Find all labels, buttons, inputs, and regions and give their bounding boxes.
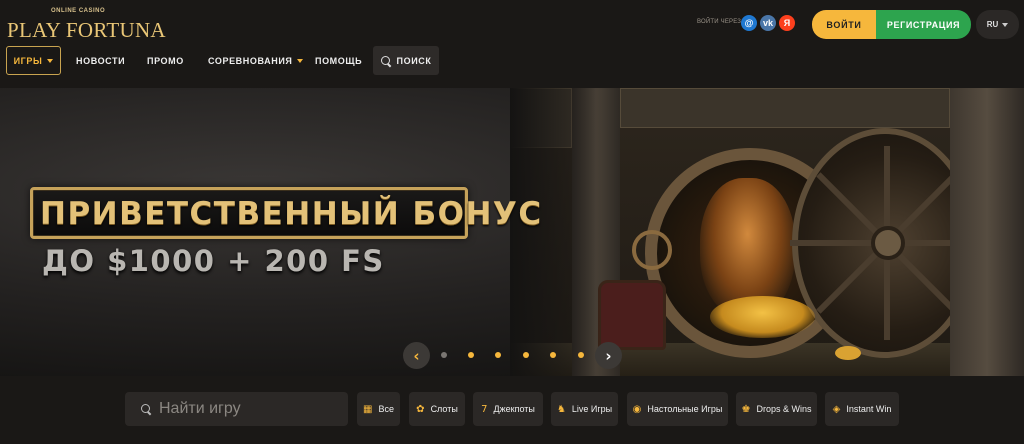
carousel-dot[interactable]	[578, 352, 584, 358]
search-icon	[141, 404, 151, 414]
vk-icon[interactable]: vk	[760, 15, 776, 31]
nav-item-help[interactable]: ПОМОЩЬ	[315, 46, 362, 75]
grid-icon: ▦	[363, 403, 373, 415]
language-selector[interactable]: RU	[976, 10, 1019, 39]
category-all[interactable]: ▦ Все	[357, 392, 400, 426]
game-search-field[interactable]	[125, 392, 348, 426]
search-icon	[380, 55, 391, 66]
table-games-icon: ◉	[632, 403, 642, 415]
slots-icon: ✿	[416, 403, 425, 415]
search-button[interactable]: ПОИСК	[373, 46, 439, 75]
nav-item-promo[interactable]: ПРОМО	[147, 46, 184, 75]
carousel-dot[interactable]	[468, 352, 474, 358]
nav-item-competitions[interactable]: СОРЕВНОВАНИЯ	[208, 46, 304, 75]
search-label: ПОИСК	[396, 55, 432, 66]
vault-illustration	[510, 88, 1024, 376]
logo-subtitle: ONLINE CASINO	[51, 8, 106, 14]
nav-item-label: ПРОМО	[147, 55, 184, 66]
nav-item-label: СОРЕВНОВАНИЯ	[208, 55, 293, 66]
vault-fade	[510, 88, 1024, 376]
jackpot-icon: 7	[481, 403, 488, 415]
social-login-label: ВОЙТИ ЧЕРЕЗ:	[697, 19, 743, 25]
banner-subtitle: ДО $1000 + 200 FS	[42, 244, 385, 278]
category-label: Все	[378, 404, 394, 414]
nav-item-label: ПОМОЩЬ	[315, 55, 363, 66]
carousel-prev-button[interactable]: ‹	[403, 342, 430, 369]
carousel-dot[interactable]	[550, 352, 556, 358]
login-button[interactable]: ВОЙТИ	[812, 10, 876, 39]
category-label: Live Игры	[571, 404, 613, 414]
category-label: Drops & Wins	[756, 404, 812, 414]
category-table-games[interactable]: ◉ Настольные Игры	[627, 392, 728, 426]
banner-title: ПРИВЕТСТВЕННЫЙ БОНУС	[40, 196, 543, 232]
chevron-down-icon	[47, 58, 54, 63]
live-games-icon: ♞	[556, 403, 566, 415]
site-header: ONLINE CASINO PLAY FORTUNA ВОЙТИ ЧЕРЕЗ: …	[0, 0, 1024, 88]
logo[interactable]: ONLINE CASINO PLAY FORTUNA	[7, 8, 166, 44]
chevron-down-icon	[297, 58, 304, 63]
category-instant-win[interactable]: ◈ Instant Win	[825, 392, 899, 426]
register-button[interactable]: РЕГИСТРАЦИЯ	[876, 10, 971, 39]
nav-item-label: ИГРЫ	[13, 55, 43, 66]
category-live-games[interactable]: ♞ Live Игры	[551, 392, 618, 426]
category-jackpots[interactable]: 7 Джекпоты	[473, 392, 543, 426]
category-slots[interactable]: ✿ Слоты	[409, 392, 465, 426]
category-label: Джекпоты	[493, 404, 535, 414]
nav-item-games[interactable]: ИГРЫ	[6, 46, 61, 75]
category-drops-wins[interactable]: ♚ Drops & Wins	[736, 392, 817, 426]
yandex-icon[interactable]: Я	[779, 15, 795, 31]
nav-item-label: НОВОСТИ	[76, 55, 126, 66]
carousel-dot[interactable]	[441, 352, 447, 358]
chevron-down-icon	[1002, 22, 1009, 27]
game-search-input[interactable]	[159, 400, 339, 418]
mail-ru-icon[interactable]: @	[741, 15, 757, 31]
logo-brand: PLAY FORTUNA	[7, 18, 166, 42]
category-label: Слоты	[430, 404, 458, 414]
category-label: Instant Win	[846, 404, 892, 414]
drops-wins-icon: ♚	[741, 403, 751, 415]
instant-win-icon: ◈	[832, 403, 841, 415]
language-label: RU	[986, 20, 999, 29]
nav-item-news[interactable]: НОВОСТИ	[76, 46, 125, 75]
carousel-dot[interactable]	[495, 352, 501, 358]
carousel-next-button[interactable]: ›	[595, 342, 622, 369]
category-label: Настольные Игры	[647, 404, 723, 414]
carousel-dot[interactable]	[523, 352, 529, 358]
